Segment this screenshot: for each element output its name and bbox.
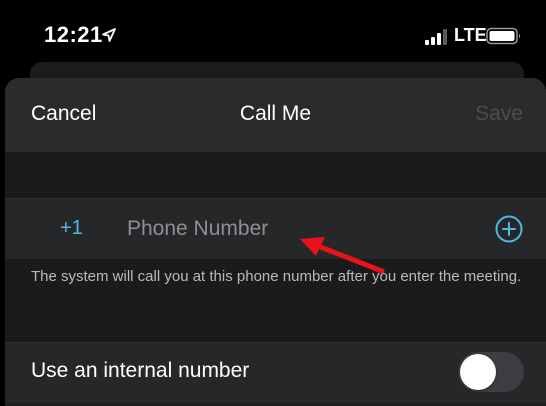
- cancel-button[interactable]: Cancel: [31, 102, 96, 126]
- call-me-screen: 12:21 LTE Cancel Call Me Save +1 Phone N…: [0, 0, 546, 406]
- internal-number-row: Use an internal number: [5, 342, 546, 403]
- country-code-button[interactable]: +1: [60, 217, 83, 240]
- network-type-label: LTE: [454, 25, 487, 45]
- section-spacer: [5, 152, 546, 198]
- call-me-sheet: Cancel Call Me Save +1 The system will c…: [5, 78, 546, 406]
- nav-bar: Cancel Call Me Save: [5, 78, 546, 152]
- internal-number-toggle[interactable]: [458, 352, 524, 392]
- hint-text: The system will call you at this phone n…: [31, 268, 522, 285]
- hint-area: The system will call you at this phone n…: [5, 259, 546, 342]
- phone-number-row: +1: [5, 198, 546, 260]
- save-button[interactable]: Save: [475, 102, 523, 126]
- internal-number-label: Use an internal number: [31, 359, 250, 382]
- toggle-knob: [460, 354, 496, 390]
- status-time: 12:21: [44, 22, 103, 47]
- battery-icon: [486, 27, 520, 45]
- phone-number-input[interactable]: [127, 209, 457, 249]
- signal-bars-icon: [425, 29, 447, 45]
- plus-circle-icon[interactable]: [494, 214, 524, 244]
- location-arrow-icon: [102, 28, 116, 42]
